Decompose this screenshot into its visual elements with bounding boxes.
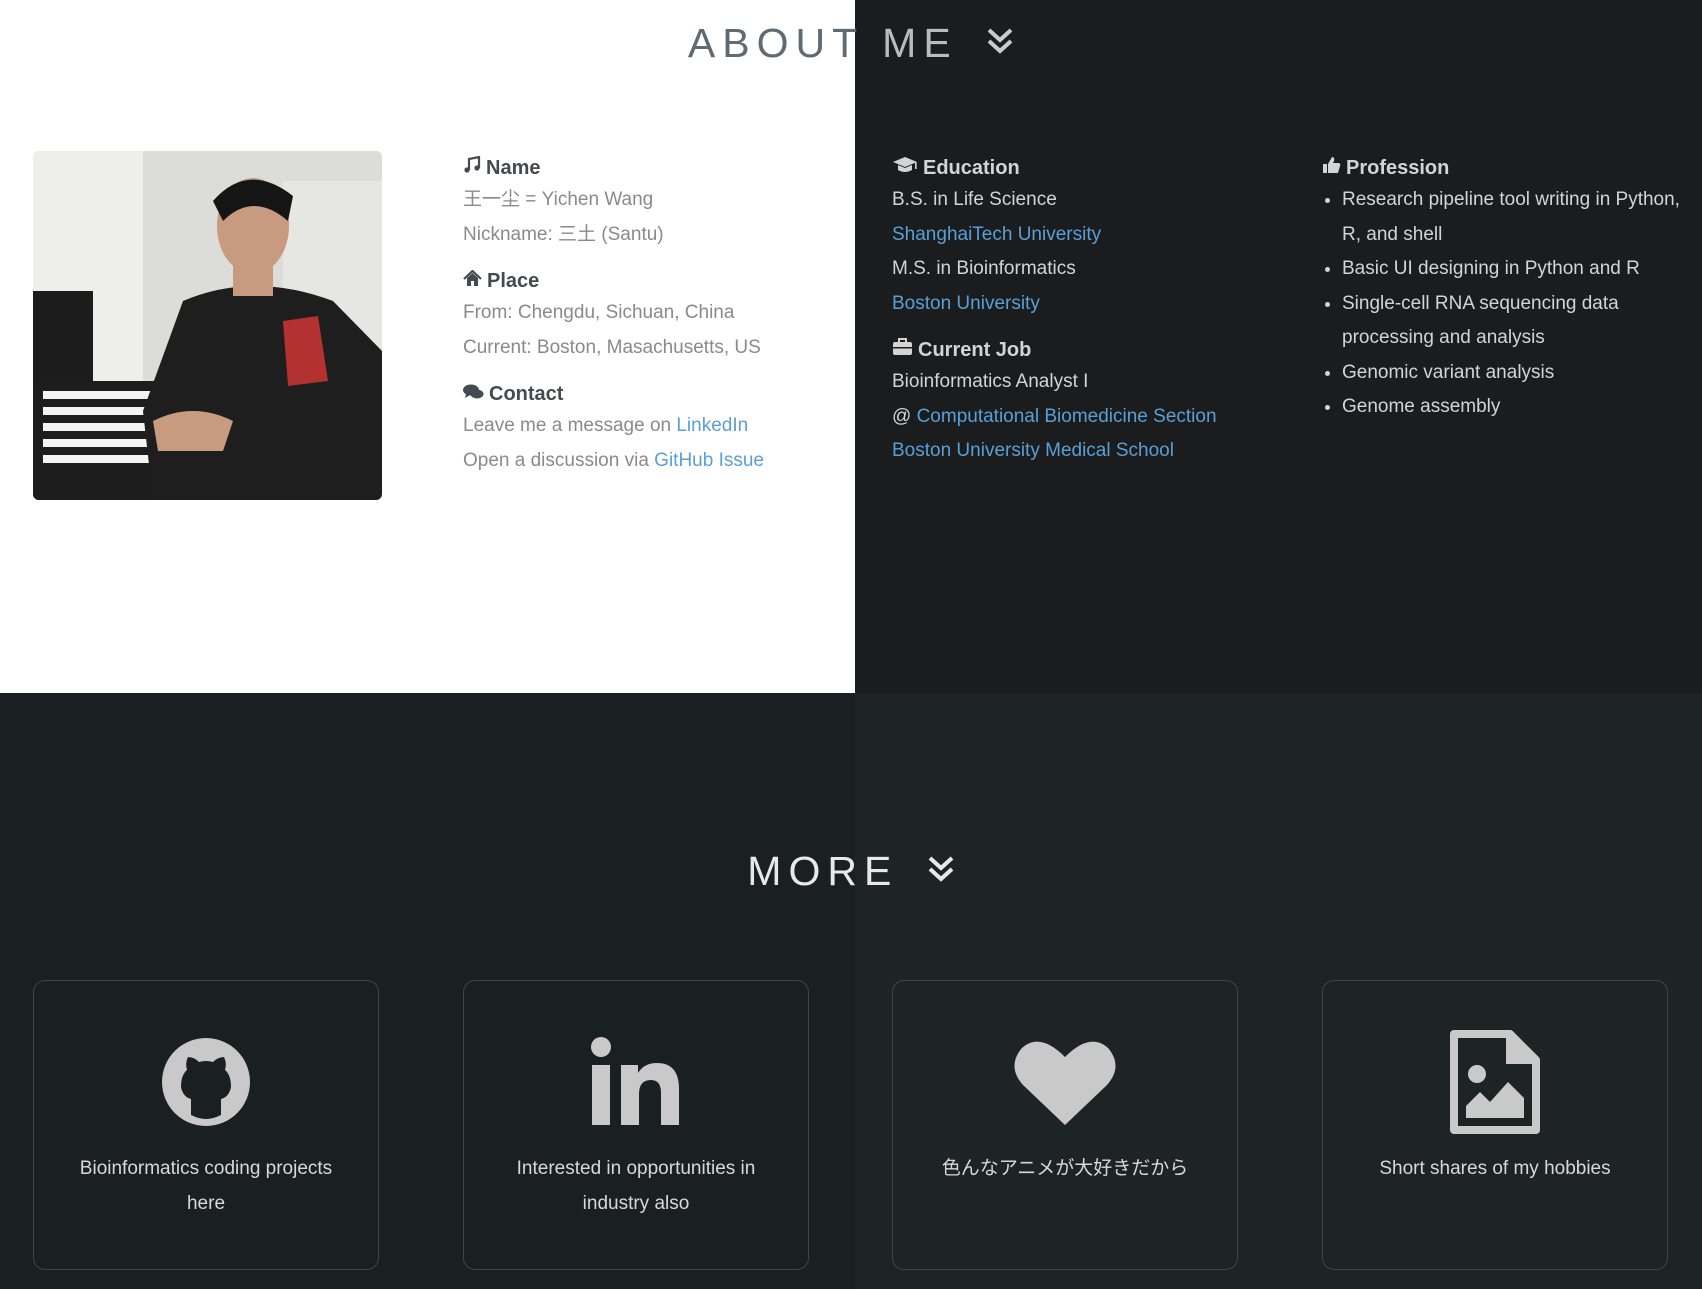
double-chevron-down-icon[interactable]: [927, 847, 955, 894]
full-name: 王一尘 = Yichen Wang: [463, 189, 654, 210]
degree-bs: B.S. in Life Science: [892, 189, 1057, 210]
place-block: Place From: Chengdu, Sichuan, China Curr…: [463, 266, 843, 365]
contact-heading: Contact: [463, 379, 843, 409]
more-title-text: MORE: [747, 848, 899, 894]
name-heading: Name: [463, 153, 843, 183]
shanghaitech-link[interactable]: ShanghaiTech University: [892, 224, 1101, 245]
more-section-title: MORE: [0, 848, 1702, 898]
anime-card[interactable]: 色んなアニメが大好きだから: [892, 980, 1238, 1270]
current-job-heading-label: Current Job: [918, 339, 1032, 361]
name-block: Name 王一尘 = Yichen Wang Nickname: 三土 (San…: [463, 153, 843, 252]
linkedin-card[interactable]: Interested in opportunities in industry …: [463, 980, 809, 1270]
place-heading-label: Place: [487, 270, 540, 292]
linkedin-card-text: Interested in opportunities in industry …: [516, 1158, 756, 1214]
thumbs-up-icon: [1322, 153, 1341, 183]
contact-linkedin-prefix: Leave me a message on: [463, 415, 677, 436]
graduation-cap-icon: [892, 153, 918, 183]
nickname: Nickname: 三土 (Santu): [463, 223, 664, 245]
list-item: Genome assembly: [1342, 390, 1692, 425]
education-job-column: Education B.S. in Life Science ShanghaiT…: [892, 153, 1282, 483]
list-item: Genomic variant analysis: [1342, 356, 1692, 391]
about-title-word2: ME: [882, 20, 958, 66]
profile-photo: [33, 151, 382, 500]
home-icon: [463, 266, 482, 296]
music-note-icon: [463, 153, 481, 183]
image-file-icon: [1323, 1030, 1667, 1134]
job-at-symbol: @: [892, 405, 917, 427]
double-chevron-down-icon[interactable]: [986, 19, 1014, 66]
degree-ms: M.S. in Bioinformatics: [892, 258, 1076, 279]
place-from: From: Chengdu, Sichuan, China: [463, 302, 735, 323]
heart-icon: [893, 1035, 1237, 1129]
profession-list: Research pipeline tool writing in Python…: [1322, 183, 1692, 425]
list-item: Basic UI designing in Python and R: [1342, 252, 1692, 287]
list-item: Single-cell RNA sequencing data processi…: [1342, 287, 1692, 356]
linkedin-link[interactable]: LinkedIn: [676, 415, 748, 436]
list-item: Research pipeline tool writing in Python…: [1342, 183, 1692, 252]
contact-github-prefix: Open a discussion via: [463, 449, 655, 471]
education-block: Education B.S. in Life Science ShanghaiT…: [892, 153, 1282, 321]
current-job-block: Current Job Bioinformatics Analyst I @ C…: [892, 335, 1282, 469]
anime-card-text: 色んなアニメが大好きだから: [941, 1158, 1189, 1179]
hobbies-card-text: Short shares of my hobbies: [1379, 1158, 1611, 1179]
education-heading: Education: [892, 153, 1282, 183]
personal-info-column: Name 王一尘 = Yichen Wang Nickname: 三土 (San…: [463, 153, 843, 492]
boston-university-link[interactable]: Boston University: [892, 293, 1040, 314]
about-title-word1: ABOUT: [687, 20, 865, 66]
briefcase-icon: [892, 335, 913, 365]
comments-icon: [463, 379, 484, 409]
about-section-title: ABOUT ME: [0, 20, 1702, 70]
profession-heading: Profession: [1322, 153, 1692, 183]
contact-linkedin-line: Leave me a message on LinkedIn: [463, 409, 843, 444]
biomedicine-section-link[interactable]: Computational Biomedicine Section: [917, 406, 1217, 427]
current-job-heading: Current Job: [892, 335, 1282, 365]
hobbies-card[interactable]: Short shares of my hobbies: [1322, 980, 1668, 1270]
github-card-text: Bioinformatics coding projects here: [79, 1158, 333, 1214]
linkedin-icon: [464, 1035, 808, 1129]
github-icon: [34, 1035, 378, 1129]
contact-heading-label: Contact: [489, 383, 564, 405]
bu-medical-school-link[interactable]: Boston University Medical School: [892, 440, 1174, 461]
contact-block: Contact Leave me a message on LinkedIn O…: [463, 379, 843, 478]
education-heading-label: Education: [923, 157, 1020, 179]
job-section-line: @ Computational Biomedicine Section: [892, 400, 1282, 435]
place-current: Current: Boston, Masachusetts, US: [463, 336, 761, 358]
profession-heading-label: Profession: [1346, 157, 1450, 179]
github-issue-link[interactable]: GitHub Issue: [654, 450, 764, 471]
place-heading: Place: [463, 266, 843, 296]
job-title: Bioinformatics Analyst I: [892, 371, 1089, 392]
github-card[interactable]: Bioinformatics coding projects here: [33, 980, 379, 1270]
profession-column: Profession Research pipeline tool writin…: [1322, 153, 1692, 425]
contact-github-line: Open a discussion via GitHub Issue: [463, 444, 843, 479]
name-heading-label: Name: [486, 157, 541, 179]
